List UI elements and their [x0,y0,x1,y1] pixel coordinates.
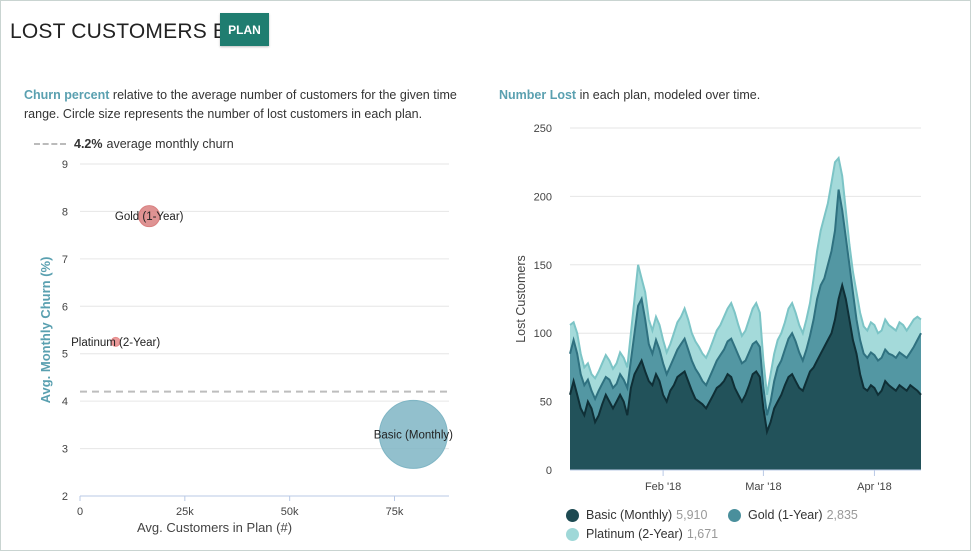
y-tick-label: 250 [534,123,552,135]
average-churn-legend: 4.2% average monthly churn [34,137,234,151]
y-tick-label: 200 [534,191,552,203]
x-tick-label: Feb '18 [645,481,681,493]
legend-count-basic: 5,910 [676,508,708,522]
churn-scatter-chart: 2 3 4 5 6 7 8 9 0 25k 50k 75k Avg. Customers in Plan… [38,159,453,535]
x-tick-label: 50k [281,506,299,518]
dashed-line-swatch [34,143,66,145]
legend-dot-basic [566,508,579,522]
y-tick-label: 7 [62,254,68,266]
y-tick-label: 8 [62,206,68,218]
x-tick-label: 75k [386,506,404,518]
lost-customers-area-chart: 0 50 100 150 200 250 Lost Customers Feb '18 Mar … [514,123,922,493]
number-lost-highlight: Number Lost [499,88,577,102]
y-tick-label: 100 [534,328,552,340]
number-lost-description: Number Lost in each plan, modeled over t… [499,86,949,105]
y-tick-label: 5 [62,349,68,361]
legend-item-gold[interactable]: Gold (1-Year) 2,835 [728,508,858,522]
plan-button[interactable]: PLAN [220,13,269,46]
legend-dot-platinum [566,527,579,541]
y-tick-label: 6 [62,301,68,313]
page-title: LOST CUSTOMERS BY [10,20,242,43]
y-tick-label: 4 [62,396,68,408]
legend-label-basic: Basic (Monthly) [586,508,673,522]
x-axis-title: Avg. Customers in Plan (#) [137,520,292,535]
y-axis-title: Lost Customers [514,255,528,343]
x-tick-label: 0 [77,506,83,518]
x-tick-label: 25k [176,506,194,518]
bubble-label: Gold (1-Year) [115,211,184,223]
y-tick-label: 2 [62,491,68,503]
y-tick-label: 0 [546,465,552,477]
number-lost-description-text: in each plan, modeled over time. [576,88,761,102]
churn-description: Churn percent relative to the average nu… [24,86,474,124]
average-churn-value: 4.2% [74,137,103,151]
legend-label-gold: Gold (1-Year) [748,508,823,522]
y-tick-label: 150 [534,260,552,272]
y-tick-label: 9 [62,159,68,171]
y-axis-title: Avg. Monthly Churn (%) [38,257,53,404]
legend-count-gold: 2,835 [826,508,858,522]
legend-dot-gold [728,508,741,522]
y-tick-label: 50 [540,397,552,409]
bubble-label: Basic (Monthly) [374,429,453,441]
legend-count-platinum: 1,671 [686,527,719,541]
legend-item-basic[interactable]: Basic (Monthly) 5,910 [566,508,707,522]
bubble-label: Platinum (2-Year) [71,337,160,349]
x-tick-label: Mar '18 [745,481,781,493]
y-tick-label: 3 [62,444,68,456]
legend-label-platinum: Platinum (2-Year) [586,527,683,541]
churn-percent-highlight: Churn percent [24,88,110,102]
legend-item-platinum[interactable]: Platinum (2-Year) 1,671 [566,527,718,541]
average-churn-label: average monthly churn [106,137,234,151]
x-tick-label: Apr '18 [857,481,892,493]
